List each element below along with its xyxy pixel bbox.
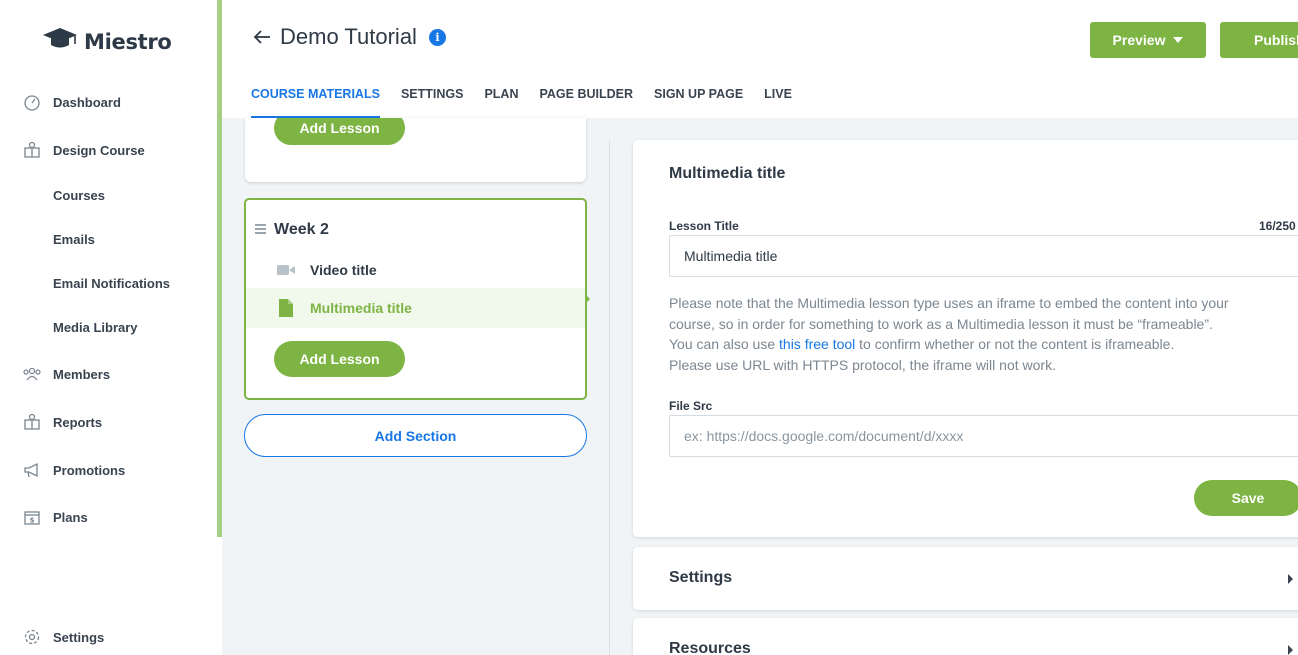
design-course-icon bbox=[22, 140, 42, 160]
sidebar-item-label: Reports bbox=[53, 414, 103, 430]
accordion-title: Resources bbox=[669, 640, 751, 655]
svg-text:$: $ bbox=[30, 517, 35, 525]
sidebar-item-reports[interactable]: Reports bbox=[22, 412, 102, 432]
sidebar-item-settings[interactable]: Settings bbox=[22, 627, 104, 647]
sidebar-item-label: Settings bbox=[53, 629, 105, 645]
dashboard-gauge-icon bbox=[22, 92, 42, 112]
sidebar-item-promotions[interactable]: Promotions bbox=[22, 460, 125, 480]
tab-page-builder[interactable]: PAGE BUILDER bbox=[539, 86, 633, 118]
note-line: Please use URL with HTTPS protocol, the … bbox=[669, 356, 1056, 373]
sidebar-item-plans[interactable]: $ Plans bbox=[22, 507, 88, 527]
sidebar: Miestro Dashboard Design Course Courses … bbox=[0, 0, 222, 655]
page-title: Demo Tutorial bbox=[280, 24, 417, 49]
save-button[interactable]: Save bbox=[1194, 480, 1298, 516]
lesson-editor-panel: Multimedia title Lesson Title 16/250 Mul… bbox=[633, 140, 1298, 537]
tab-course-materials[interactable]: COURSE MATERIALS bbox=[251, 86, 380, 118]
active-lesson-pointer bbox=[585, 294, 590, 304]
members-icon bbox=[22, 364, 42, 384]
publish-label: Publish bbox=[1254, 32, 1298, 48]
caret-right-icon bbox=[1288, 574, 1293, 584]
tab-plan[interactable]: PLAN bbox=[484, 86, 518, 118]
add-section-label: Add Section bbox=[374, 427, 457, 444]
sidebar-item-members[interactable]: Members bbox=[22, 364, 110, 384]
sidebar-item-label: Dashboard bbox=[53, 94, 121, 110]
note-line: You can also use this free tool to confi… bbox=[669, 334, 1269, 355]
file-src-input[interactable]: ex: https://docs.google.com/document/d/x… bbox=[669, 415, 1298, 457]
reports-icon bbox=[22, 412, 42, 432]
previous-section-card: Add Lesson bbox=[245, 118, 586, 182]
graduation-cap-icon bbox=[42, 26, 78, 57]
add-lesson-label: Add Lesson bbox=[299, 120, 380, 136]
page-header: Demo Tutorial i Preview Publish COURSE M… bbox=[222, 0, 1298, 118]
document-icon bbox=[275, 299, 297, 317]
file-src-label: File Src bbox=[669, 399, 713, 413]
lesson-title-counter: 16/250 bbox=[1259, 219, 1296, 233]
megaphone-icon bbox=[22, 460, 42, 480]
section-title[interactable]: Week 2 bbox=[274, 221, 329, 239]
drag-handle-icon[interactable] bbox=[255, 224, 266, 236]
app-name: Miestro bbox=[84, 29, 172, 54]
sidebar-subitem-courses[interactable]: Courses bbox=[53, 187, 105, 205]
add-lesson-label: Add Lesson bbox=[299, 351, 380, 367]
caret-right-icon bbox=[1288, 645, 1293, 655]
tab-sign-up-page[interactable]: SIGN UP PAGE bbox=[654, 86, 743, 118]
sidebar-item-label: Plans bbox=[53, 509, 88, 525]
gear-icon bbox=[22, 627, 42, 647]
note-line: Please note that the Multimedia lesson t… bbox=[669, 295, 1229, 311]
sidebar-subitem-media-library[interactable]: Media Library bbox=[53, 319, 138, 337]
settings-accordion[interactable]: Settings bbox=[633, 547, 1298, 610]
video-camera-icon bbox=[275, 264, 297, 276]
tab-live[interactable]: LIVE bbox=[764, 86, 792, 118]
file-src-placeholder: ex: https://docs.google.com/document/d/x… bbox=[684, 428, 964, 444]
iframe-note: Please note that the Multimedia lesson t… bbox=[669, 293, 1269, 375]
sidebar-item-label: Design Course bbox=[53, 142, 145, 158]
sidebar-item-design-course[interactable]: Design Course bbox=[22, 140, 145, 160]
section-card-week-2: Week 2 Video title Multimedia title Add … bbox=[244, 198, 590, 400]
accordion-title: Settings bbox=[669, 569, 733, 586]
lesson-title: Multimedia title bbox=[310, 300, 412, 316]
info-icon[interactable]: i bbox=[428, 28, 446, 46]
panel-title: Multimedia title bbox=[669, 165, 786, 182]
lesson-title-label: Lesson Title bbox=[669, 219, 739, 233]
note-text: to confirm whether or not the content is… bbox=[855, 336, 1175, 352]
sidebar-subitem-email-notifications[interactable]: Email Notifications bbox=[53, 275, 170, 293]
add-lesson-button[interactable]: Add Lesson bbox=[274, 341, 405, 377]
note-text: You can also use bbox=[669, 336, 780, 352]
sidebar-subitem-emails[interactable]: Emails bbox=[53, 231, 95, 249]
save-label: Save bbox=[1231, 490, 1265, 506]
column-divider bbox=[609, 140, 610, 655]
sidebar-item-dashboard[interactable]: Dashboard bbox=[22, 92, 121, 112]
sidebar-item-label: Promotions bbox=[53, 462, 126, 478]
title-row: Demo Tutorial i bbox=[252, 24, 446, 50]
lesson-item-multimedia[interactable]: Multimedia title bbox=[246, 288, 585, 328]
lesson-title-value: Multimedia title bbox=[684, 248, 778, 264]
free-tool-link[interactable]: this free tool bbox=[779, 336, 855, 352]
caret-down-icon bbox=[1173, 37, 1184, 43]
lesson-title: Video title bbox=[310, 262, 377, 278]
note-line: course, so in order for something to wor… bbox=[669, 315, 1213, 332]
preview-label: Preview bbox=[1112, 32, 1166, 48]
back-arrow-icon[interactable] bbox=[252, 27, 272, 47]
resources-accordion[interactable]: Resources bbox=[633, 618, 1298, 655]
tab-bar: COURSE MATERIALS SETTINGS PLAN PAGE BUIL… bbox=[251, 86, 813, 118]
app-logo[interactable]: Miestro bbox=[42, 26, 172, 57]
add-lesson-button[interactable]: Add Lesson bbox=[274, 118, 405, 145]
add-section-button[interactable]: Add Section bbox=[244, 414, 587, 457]
preview-button[interactable]: Preview bbox=[1090, 22, 1206, 58]
lesson-title-input[interactable]: Multimedia title bbox=[669, 235, 1298, 277]
sidebar-item-label: Members bbox=[53, 366, 111, 382]
lesson-item-video[interactable]: Video title bbox=[246, 250, 585, 290]
publish-button[interactable]: Publish bbox=[1220, 22, 1298, 58]
tab-settings[interactable]: SETTINGS bbox=[401, 86, 464, 118]
plans-icon: $ bbox=[22, 507, 42, 527]
